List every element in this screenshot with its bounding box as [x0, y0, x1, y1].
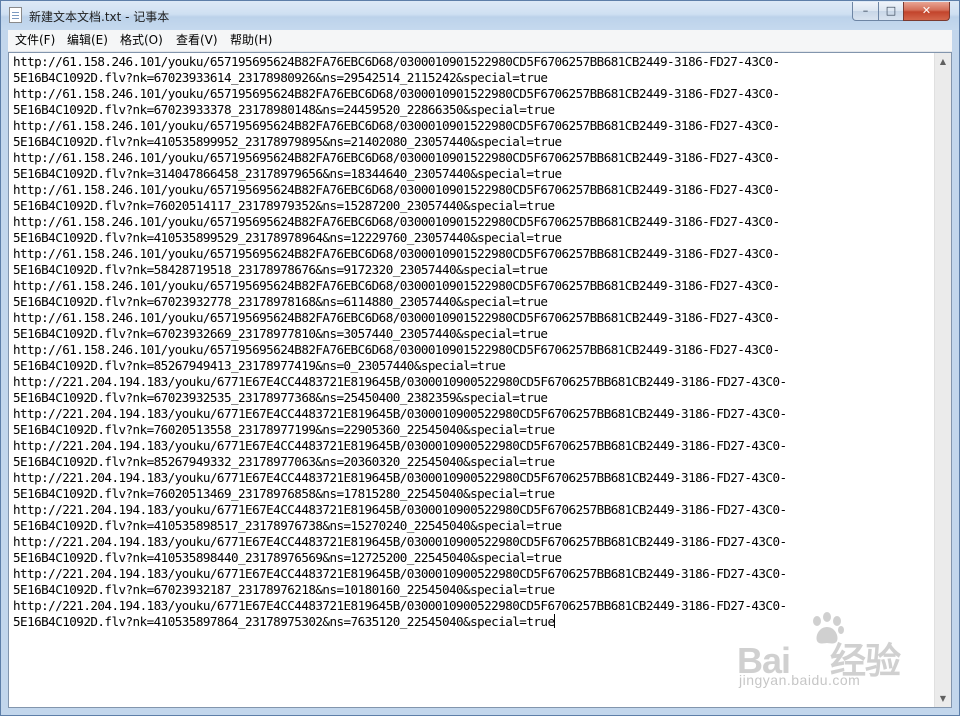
notepad-window: 新建文本文档.txt - 记事本 – □ ✕ 文件(F) 编辑(E) 格式(O)… [0, 0, 960, 716]
text-line: 5E16B4C1092D.flv?nk=58428719518_23178978… [13, 262, 548, 277]
text-line: http://61.158.246.101/youku/657195695624… [13, 54, 780, 69]
text-line: 5E16B4C1092D.flv?nk=410535899529_2317897… [13, 230, 562, 245]
title-bar[interactable]: 新建文本文档.txt - 记事本 – □ ✕ [1, 1, 959, 30]
text-line: 5E16B4C1092D.flv?nk=67023933378_23178980… [13, 102, 555, 117]
text-line: 5E16B4C1092D.flv?nk=67023932535_23178977… [13, 390, 548, 405]
text-line: 5E16B4C1092D.flv?nk=67023932187_23178976… [13, 582, 555, 597]
text-line: http://61.158.246.101/youku/657195695624… [13, 86, 780, 101]
text-line: http://61.158.246.101/youku/657195695624… [13, 278, 780, 293]
text-line: 5E16B4C1092D.flv?nk=410535898440_2317897… [13, 550, 562, 565]
minimize-button[interactable]: – [852, 2, 879, 21]
window-title: 新建文本文档.txt - 记事本 [29, 10, 170, 24]
scroll-up-arrow-icon[interactable]: ▲ [935, 53, 951, 70]
text-line: 5E16B4C1092D.flv?nk=67023932778_23178978… [13, 294, 548, 309]
maximize-button[interactable]: □ [878, 2, 904, 21]
text-line: http://61.158.246.101/youku/657195695624… [13, 118, 780, 133]
text-line: 5E16B4C1092D.flv?nk=76020513558_23178977… [13, 422, 555, 437]
vertical-scrollbar[interactable]: ▲ ▼ [934, 53, 951, 707]
text-line: http://61.158.246.101/youku/657195695624… [13, 150, 780, 165]
text-caret [554, 614, 556, 628]
notepad-app-icon[interactable] [9, 7, 22, 23]
text-line: http://221.204.194.183/youku/6771E67E4CC… [13, 534, 787, 549]
close-button[interactable]: ✕ [903, 2, 950, 21]
menu-edit[interactable]: 编辑(E) [67, 30, 108, 51]
text-line: 5E16B4C1092D.flv?nk=67023932669_23178977… [13, 326, 548, 341]
text-line: 5E16B4C1092D.flv?nk=410535898517_2317897… [13, 518, 562, 533]
menu-format[interactable]: 格式(O) [120, 30, 163, 51]
menu-help[interactable]: 帮助(H) [230, 30, 272, 51]
text-line: http://221.204.194.183/youku/6771E67E4CC… [13, 470, 787, 485]
menu-bar: 文件(F) 编辑(E) 格式(O) 查看(V) 帮助(H) [8, 30, 952, 52]
text-line: 5E16B4C1092D.flv?nk=85267949413_23178977… [13, 358, 506, 373]
scroll-down-arrow-icon[interactable]: ▼ [935, 690, 951, 707]
text-line: http://61.158.246.101/youku/657195695624… [13, 182, 780, 197]
text-line: http://61.158.246.101/youku/657195695624… [13, 310, 780, 325]
menu-view[interactable]: 查看(V) [176, 30, 218, 51]
baidu-watermark: Bai 经验 jingyan.baidu.com [731, 604, 931, 694]
text-line: 5E16B4C1092D.flv?nk=76020513469_23178976… [13, 486, 555, 501]
text-line: http://221.204.194.183/youku/6771E67E4CC… [13, 566, 787, 581]
text-line: 5E16B4C1092D.flv?nk=67023933614_23178980… [13, 70, 548, 85]
text-line: 5E16B4C1092D.flv?nk=76020514117_23178979… [13, 198, 555, 213]
text-line: http://61.158.246.101/youku/657195695624… [13, 246, 780, 261]
text-line: http://61.158.246.101/youku/657195695624… [13, 214, 780, 229]
text-line: http://221.204.194.183/youku/6771E67E4CC… [13, 438, 787, 453]
text-line: 5E16B4C1092D.flv?nk=85267949332_23178977… [13, 454, 555, 469]
text-line: 5E16B4C1092D.flv?nk=314047866458_2317897… [13, 166, 562, 181]
text-line: http://221.204.194.183/youku/6771E67E4CC… [13, 406, 787, 421]
baidu-url-text: jingyan.baidu.com [739, 672, 861, 688]
text-line: http://221.204.194.183/youku/6771E67E4CC… [13, 502, 787, 517]
text-line: 5E16B4C1092D.flv?nk=410535899952_2317897… [13, 134, 562, 149]
text-line: http://221.204.194.183/youku/6771E67E4CC… [13, 374, 787, 389]
text-line: http://61.158.246.101/youku/657195695624… [13, 342, 780, 357]
menu-file[interactable]: 文件(F) [15, 30, 55, 51]
